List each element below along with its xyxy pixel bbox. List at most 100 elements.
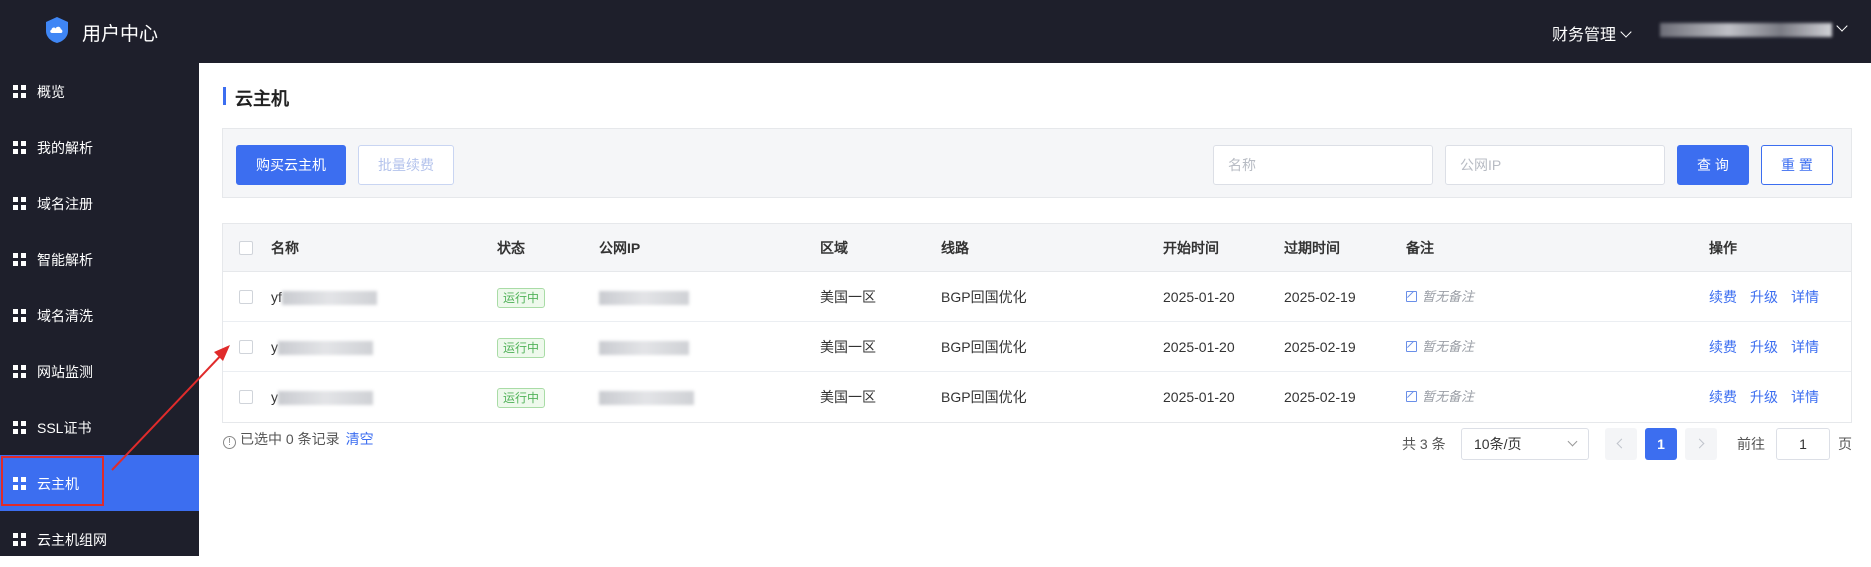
row-checkbox[interactable] [239, 340, 253, 354]
renew-link[interactable]: 续费 [1709, 289, 1737, 305]
edit-icon [1406, 391, 1417, 402]
region: 美国一区 [820, 339, 876, 355]
finance-menu-label: 财务管理 [1552, 27, 1617, 44]
chevron-left-icon [1616, 438, 1627, 449]
chevron-right-icon [1694, 438, 1705, 449]
redacted-name [278, 391, 373, 406]
sidebar-item-label: 域名注册 [37, 196, 93, 212]
selected-count-text: 已选中 0 条记录 [240, 431, 340, 447]
edit-icon [1406, 341, 1417, 352]
table-row: y 运行中 美国一区 BGP回国优化 2025-01-20 2025-02-19… [223, 322, 1851, 372]
cloud-shield-logo-icon [46, 17, 68, 43]
grid-icon [13, 85, 26, 98]
next-page-button[interactable] [1685, 428, 1717, 460]
renew-link[interactable]: 续费 [1709, 389, 1737, 405]
line: BGP回国优化 [941, 339, 1027, 355]
finance-menu[interactable]: 财务管理 [1552, 21, 1632, 45]
user-account-redacted [1660, 22, 1832, 37]
column-header-remark: 备注 [1406, 240, 1434, 256]
user-menu[interactable] [1660, 20, 1848, 39]
sidebar-item-ssl[interactable]: SSL证书 [0, 399, 199, 455]
page-title: 云主机 [235, 89, 289, 109]
details-link[interactable]: 详情 [1791, 339, 1819, 355]
column-header-name: 名称 [271, 240, 299, 256]
sidebar-item-site-monitor[interactable]: 网站监测 [0, 343, 199, 399]
row-checkbox[interactable] [239, 290, 253, 304]
public-ip [599, 372, 694, 422]
status-badge: 运行中 [497, 338, 546, 359]
table-row: y 运行中 美国一区 BGP回国优化 2025-01-20 2025-02-19… [223, 372, 1851, 422]
column-header-ip: 公网IP [599, 240, 641, 256]
column-header-status: 状态 [497, 240, 525, 256]
select-all-checkbox[interactable] [239, 241, 253, 255]
sidebar-item-cloud-host-network[interactable]: 云主机组网 [0, 511, 199, 567]
status-cell: 运行中 [497, 372, 546, 422]
renew-link[interactable]: 续费 [1709, 339, 1737, 355]
remark-edit[interactable]: 暂无备注 [1406, 372, 1474, 422]
grid-icon [13, 141, 26, 154]
sidebar-item-domain-register[interactable]: 域名注册 [0, 175, 199, 231]
batch-renew-button[interactable]: 批量续费 [358, 145, 454, 185]
region: 美国一区 [820, 389, 876, 405]
total-count: 共 3 条 [1402, 436, 1446, 452]
page-size-select[interactable]: 10条/页 [1461, 428, 1589, 460]
redacted-ip [599, 341, 689, 356]
reset-button[interactable]: 重 置 [1761, 145, 1833, 185]
sidebar-item-label: 网站监测 [37, 364, 93, 380]
public-ip [599, 322, 689, 372]
prev-page-button[interactable] [1605, 428, 1637, 460]
start-time: 2025-01-20 [1163, 289, 1235, 305]
sidebar-item-label: 云主机组网 [37, 532, 107, 548]
grid-icon [13, 421, 26, 434]
sidebar-item-label: SSL证书 [37, 420, 92, 436]
status-badge: 运行中 [497, 288, 546, 309]
sidebar-item-label: 智能解析 [37, 252, 93, 268]
column-header-actions: 操作 [1709, 240, 1737, 256]
details-link[interactable]: 详情 [1791, 389, 1819, 405]
start-time: 2025-01-20 [1163, 339, 1235, 355]
host-name: y [271, 372, 373, 422]
upgrade-link[interactable]: 升级 [1750, 289, 1778, 305]
page-size-value: 10条/页 [1474, 436, 1522, 452]
upgrade-link[interactable]: 升级 [1750, 389, 1778, 405]
name-search-input[interactable] [1213, 145, 1433, 185]
line: BGP回国优化 [941, 289, 1027, 305]
page-number-current[interactable]: 1 [1645, 428, 1677, 460]
sidebar-item-my-dns[interactable]: 我的解析 [0, 119, 199, 175]
query-button[interactable]: 查 询 [1677, 145, 1749, 185]
upgrade-link[interactable]: 升级 [1750, 339, 1778, 355]
sidebar-item-overview[interactable]: 概览 [0, 63, 199, 119]
sidebar-item-smart-dns[interactable]: 智能解析 [0, 231, 199, 287]
expire-time: 2025-02-19 [1284, 289, 1356, 305]
goto-page-input[interactable] [1776, 428, 1830, 460]
start-time: 2025-01-20 [1163, 389, 1235, 405]
clear-selection-link[interactable]: 清空 [346, 431, 374, 447]
column-header-region: 区域 [820, 240, 848, 256]
details-link[interactable]: 详情 [1791, 289, 1819, 305]
region: 美国一区 [820, 289, 876, 305]
redacted-ip [599, 291, 689, 306]
host-name: yf [271, 272, 377, 322]
grid-icon [13, 365, 26, 378]
remark-edit[interactable]: 暂无备注 [1406, 322, 1474, 372]
buy-cloud-host-button[interactable]: 购买云主机 [236, 145, 346, 185]
row-actions: 续费 升级 详情 [1709, 322, 1832, 372]
grid-icon [13, 253, 26, 266]
sidebar-item-label: 我的解析 [37, 140, 93, 156]
row-checkbox[interactable] [239, 390, 253, 404]
grid-icon [13, 309, 26, 322]
status-cell: 运行中 [497, 322, 546, 372]
status-cell: 运行中 [497, 272, 546, 322]
sidebar-item-domain-cleaning[interactable]: 域名清洗 [0, 287, 199, 343]
grid-icon [13, 533, 26, 546]
chevron-down-icon [1567, 436, 1578, 447]
top-bar: 用户中心 财务管理 [0, 0, 1871, 63]
column-header-expire-time: 过期时间 [1284, 240, 1340, 256]
line: BGP回国优化 [941, 389, 1027, 405]
remark-edit[interactable]: 暂无备注 [1406, 272, 1474, 322]
table-header: 名称 状态 公网IP 区域 线路 开始时间 过期时间 备注 操作 [223, 224, 1851, 272]
edit-icon [1406, 291, 1417, 302]
ip-search-input[interactable] [1445, 145, 1665, 185]
chevron-down-icon [1836, 20, 1848, 32]
grid-icon [13, 197, 26, 210]
